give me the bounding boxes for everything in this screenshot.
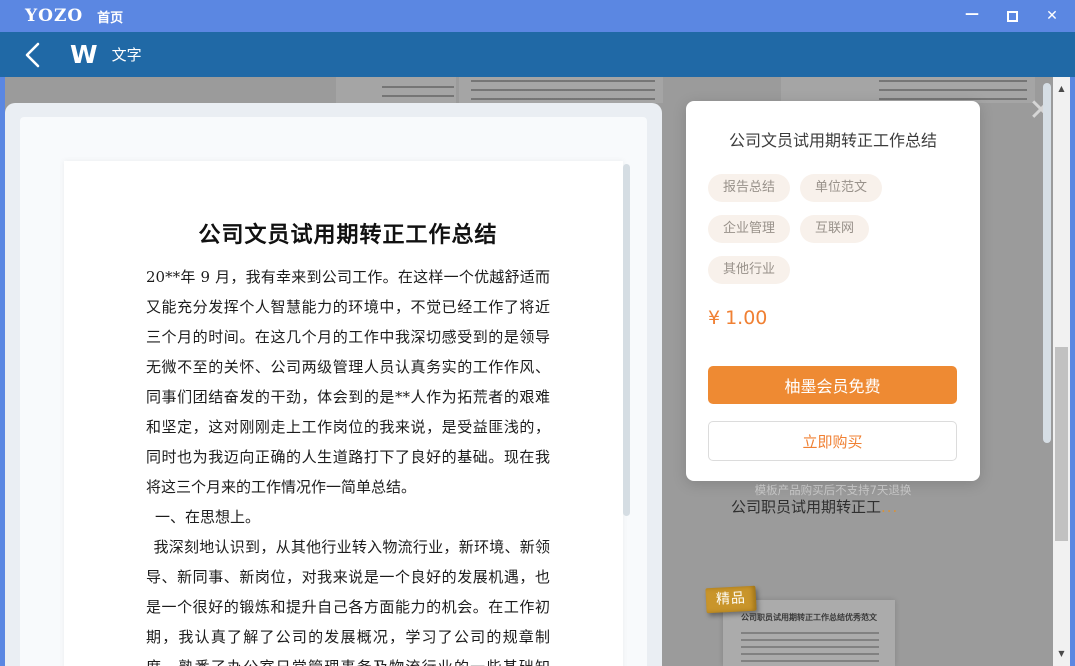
ellipsis: ... [881, 498, 898, 516]
page-scrollbar-thumb[interactable] [1043, 83, 1051, 443]
member-free-button[interactable]: 柚墨会员免费 [708, 366, 957, 404]
background-thumbnails [5, 77, 1070, 103]
yozo-logo: YOZO [25, 6, 83, 26]
writer-app-icon: W [70, 40, 98, 69]
titlebar: YOZO 首页 — ✕ [0, 0, 1075, 32]
scroll-down-icon[interactable]: ▼ [1053, 646, 1070, 662]
scroll-up-icon[interactable]: ▲ [1053, 81, 1070, 97]
minimize-icon[interactable]: — [963, 5, 981, 23]
tag-pill[interactable]: 其他行业 [708, 256, 790, 284]
maximize-box [1007, 11, 1018, 22]
document-paragraph: 20**年 9 月，我有幸来到公司工作。在这样一个优越舒适而又能充分发挥个人智慧… [146, 262, 550, 502]
document-paragraph: 我深刻地认识到，从其他行业转入物流行业，新环境、新领导、新同事、新岗位，对我来说… [146, 532, 550, 666]
window-border-left [0, 77, 5, 666]
document-title: 公司文员试用期转正工作总结 [146, 219, 550, 251]
related-template-title[interactable]: 公司职员试用期转正工... [731, 496, 898, 517]
window-controls: — ✕ [963, 0, 1061, 32]
app-name-label: 文字 [112, 44, 142, 65]
back-button[interactable] [24, 42, 46, 68]
back-chevron-icon [24, 42, 40, 68]
tag-pill[interactable]: 互联网 [800, 215, 869, 243]
window-scrollbar[interactable]: ▲ ▼ [1053, 77, 1070, 666]
close-window-icon[interactable]: ✕ [1043, 7, 1061, 25]
maximize-icon[interactable] [1003, 7, 1021, 25]
price-amount: 1.00 [725, 307, 767, 329]
tag-pill[interactable]: 单位范文 [800, 174, 882, 202]
thumbnail-text-lines [741, 630, 879, 666]
document-body: 公司文员试用期转正工作总结 20**年 9 月，我有幸来到公司工作。在这样一个优… [146, 219, 550, 666]
tag-pill[interactable]: 报告总结 [708, 174, 790, 202]
tag-pill[interactable]: 企业管理 [708, 215, 790, 243]
price: ¥ 1.00 [708, 307, 958, 329]
titlebar-home-tab[interactable]: 首页 [97, 7, 123, 26]
bg-page-fragment [336, 77, 456, 103]
currency-symbol: ¥ [708, 307, 720, 329]
bg-page-fragment [781, 77, 1035, 103]
preview-panel: 公司文员试用期转正工作总结 20**年 9 月，我有幸来到公司工作。在这样一个优… [5, 103, 662, 666]
bg-page-fragment [459, 77, 663, 103]
app-window: YOZO 首页 — ✕ W 文字 公司文员试用期转正工作总结 [0, 0, 1075, 666]
tag-list: 报告总结 单位范文 企业管理 互联网 其他行业 [708, 174, 958, 284]
document-heading: 一、在思想上。 [146, 502, 550, 532]
document-scrollbar[interactable] [623, 164, 630, 516]
window-scrollbar-thumb[interactable] [1055, 347, 1068, 541]
related-title-text: 公司职员试用期转正工 [731, 498, 881, 516]
window-border-right [1070, 77, 1075, 666]
premium-badge: 精品 [705, 586, 756, 614]
thumbnail-title: 公司职员试用期转正工作总结优秀范文 [723, 612, 895, 623]
template-purchase-card: 公司文员试用期转正工作总结 报告总结 单位范文 企业管理 互联网 其他行业 ¥ … [686, 101, 980, 481]
preview-viewport: 公司文员试用期转正工作总结 20**年 9 月，我有幸来到公司工作。在这样一个优… [20, 117, 647, 666]
buy-now-button[interactable]: 立即购买 [708, 421, 957, 461]
app-header: W 文字 [0, 32, 1075, 77]
document-page: 公司文员试用期转正工作总结 20**年 9 月，我有幸来到公司工作。在这样一个优… [64, 161, 623, 666]
template-title: 公司文员试用期转正工作总结 [708, 127, 958, 151]
